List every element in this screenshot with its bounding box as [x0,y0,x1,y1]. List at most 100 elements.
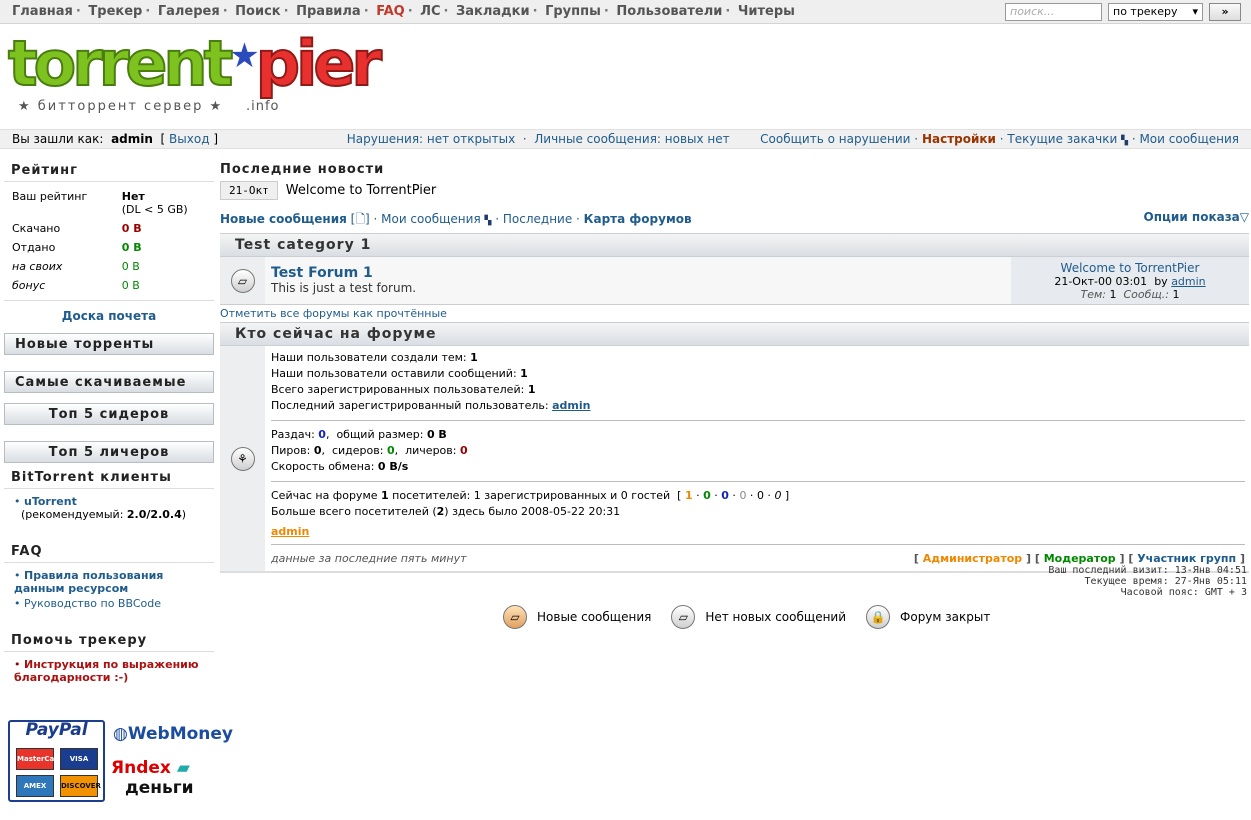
settings-link[interactable]: Настройки [922,132,996,146]
my-posts-link[interactable]: Мои сообщения [381,212,481,226]
search-area: поиск... по трекеру ▾ » [1005,3,1241,21]
nav-home[interactable]: Главная [12,4,73,19]
news-link[interactable]: Welcome to TorrentPier [286,183,436,198]
news-item: 21-Окт Welcome to TorrentPier [220,181,1249,200]
nav-bookmarks[interactable]: Закладки [456,4,530,19]
latest-link[interactable]: Последние [503,212,572,226]
no-new-posts-icon: ▱ [671,605,696,629]
main-content: Последние новости 21-Окт Welcome to Torr… [220,160,1249,629]
current-downloads-link[interactable]: Текущие закачки [1007,132,1117,146]
violations-link[interactable]: Нарушения: нет открытых [347,132,515,146]
top-bar: Главная · Трекер · Галерея · Поиск · Правила… [0,0,1251,24]
utorrent-link[interactable]: uTorrent [24,495,77,508]
search-go-button[interactable]: » [1209,3,1241,21]
logout-link[interactable]: Выход [169,132,209,146]
rating-table: Ваш рейтинг Нет (DL < 5 GB) Скачано 0 B Отд… [12,190,188,292]
list-item: • uTorrent (рекомендуемый: 2.0/2.0.4) [14,495,187,521]
nav-groups[interactable]: Группы [545,4,601,19]
nav-tracker[interactable]: Трекер [88,4,142,19]
nav-rules[interactable]: Правила [296,4,361,19]
forum-no-new-icon: ▱ [230,268,255,293]
forum-links: Новые сообщения [🗋] · Мои сообщения ▚ · … [220,210,1249,226]
top-seeders-button[interactable]: Топ 5 сидеров [4,403,214,425]
stats-icon: ⚘ [230,446,255,471]
display-options-link[interactable]: Опции показа [1144,210,1240,224]
nav-pm[interactable]: ЛС [420,4,440,19]
last-post-author-link[interactable]: admin [1171,275,1205,288]
site-logo[interactable]: torrent★pier ★ битторрент сервер ★ .info [7,28,383,117]
sidebar: Рейтинг Ваш рейтинг Нет (DL < 5 GB) Скачан… [4,160,214,692]
payment-logos: PayPal MasterCard VISA AMEX DISCOVER ◍We… [8,720,233,808]
login-info: Вы зашли как: admin [ Выход ] [12,132,218,146]
mark-all-read-link[interactable]: Отметить все форумы как прочтённые [220,307,447,320]
globe-icon: ◍ [113,724,128,744]
clients-list: • uTorrent (рекомендуемый: 2.0/2.0.4) [4,489,214,529]
discover-logo: DISCOVER [60,775,101,797]
nav-cheaters[interactable]: Читеры [738,4,795,19]
chevron-down-icon: ▾ [1192,5,1198,18]
help-title: Помочь трекеру [4,630,214,652]
help-list: • Инструкция по выражению благодарности … [4,652,214,692]
forum-description: This is just a test forum. [271,281,417,295]
time-info: Ваш последний визит: 13-Янв 04:51 Текуще… [1048,565,1247,598]
new-torrents-button[interactable]: Новые торренты [4,333,214,355]
list-item: • Руководство по BBCode [14,597,161,610]
paypal-logo[interactable]: PayPal MasterCard VISA AMEX DISCOVER [8,720,105,802]
star-icon: ★ [229,36,260,76]
my-posts-link[interactable]: Мои сообщения [1139,132,1239,146]
faq-list: • Правила пользования данным ресурсом • … [4,563,214,618]
amex-logo: AMEX [16,775,54,797]
visa-logo: VISA [60,748,98,770]
icon-legend: ▱ Новые сообщения ▱ Нет новых сообщений … [503,605,990,629]
search-scope-value: по трекеру [1113,5,1178,18]
user-links: Нарушения: нет открытых · Личные сообщен… [346,132,1239,146]
nav-search[interactable]: Поиск [235,4,280,19]
new-posts-icon: ▱ [503,605,527,629]
new-posts-link[interactable]: Новые сообщения [220,212,347,226]
logo-domain: .info [246,99,280,114]
news-date: 21-Окт [220,181,278,200]
expand-icon: ▚ [1121,136,1128,146]
most-downloaded-button[interactable]: Самые скачиваемые [4,371,214,393]
search-input[interactable]: поиск... [1005,3,1102,21]
search-scope-select[interactable]: по трекеру ▾ [1108,3,1203,21]
chevron-down-icon[interactable]: ▽ [1240,210,1249,224]
yandex-money-logo[interactable]: Яndex ▰ деньги [111,758,194,798]
honor-board-link[interactable]: Доска почета [4,309,214,323]
logo-subtitle: ★ битторрент сервер ★ [18,99,224,114]
document-icon[interactable]: 🗋 [355,212,365,226]
nav-gallery[interactable]: Галерея [158,4,220,19]
faq-title: FAQ [4,541,214,563]
wallet-icon: ▰ [176,758,190,778]
pm-status-link[interactable]: Личные сообщения: новых нет [534,132,729,146]
nav-users[interactable]: Пользователи [616,4,722,19]
who-online-box: ⚘ Наши пользователи создали тем: 1 Наши … [220,346,1249,573]
donate-instruction-link[interactable]: Инструкция по выражению благодарности :-… [14,658,199,684]
forum-map-link[interactable]: Карта форумов [584,212,692,226]
mastercard-logo: MasterCard [16,748,63,770]
forum-name-link[interactable]: Test Forum 1 [271,265,1005,281]
clients-title: BitTorrent клиенты [4,467,214,489]
online-user-link[interactable]: admin [271,525,309,538]
logo-wordmark: torrent★pier [7,27,383,100]
news-title: Последние новости [220,162,385,177]
report-link[interactable]: Сообщить о нарушении [760,132,910,146]
last-user-link[interactable]: admin [552,399,590,412]
list-item: • Инструкция по выражению благодарности … [14,658,199,684]
nav-faq[interactable]: FAQ [376,4,405,19]
username: admin [111,132,153,146]
top-nav: Главная · Трекер · Галерея · Поиск · Правила… [12,4,795,19]
user-bar: Вы зашли как: admin [ Выход ] Нарушения:… [0,129,1251,149]
forum-row: ▱ Test Forum 1 This is just a test forum… [220,257,1249,305]
forum-last-post: Welcome to TorrentPier 21-Окт-00 03:01 b… [1011,257,1249,304]
list-item: • Правила пользования данным ресурсом [14,569,164,595]
last-post-link[interactable]: Welcome to TorrentPier [1061,261,1200,275]
top-leechers-button[interactable]: Топ 5 личеров [4,441,214,463]
rules-link[interactable]: Правила пользования данным ресурсом [14,569,163,595]
who-online-header: Кто сейчас на форуме [220,322,1249,346]
category-header[interactable]: Test category 1 [220,233,1249,257]
lock-icon: 🔒 [866,605,891,629]
expand-icon: ▚ [484,216,492,226]
webmoney-logo[interactable]: ◍WebMoney [113,724,233,744]
bbcode-link[interactable]: Руководство по BBCode [24,597,161,610]
